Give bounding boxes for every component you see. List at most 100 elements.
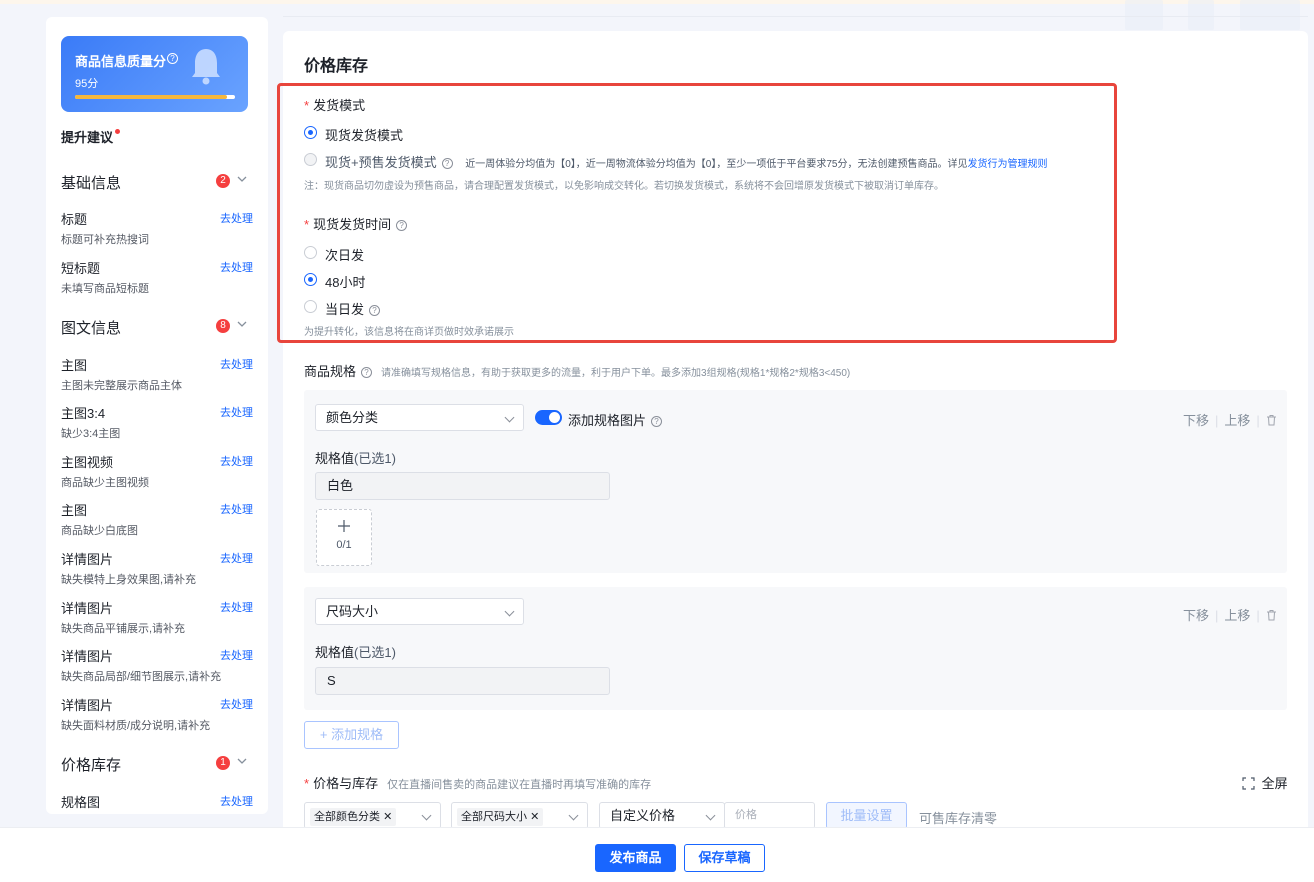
fix-link[interactable]: 去处理 bbox=[220, 550, 253, 566]
section-price-stock[interactable]: 价格库存 1 bbox=[61, 754, 251, 774]
fix-link[interactable]: 去处理 bbox=[220, 404, 253, 420]
issue-name: 详情图片 bbox=[61, 552, 114, 567]
issue-name: 主图3:4 bbox=[61, 406, 106, 421]
page-title: 价格库存 bbox=[304, 58, 369, 75]
score-progress-bar bbox=[75, 95, 235, 99]
publish-button[interactable]: 发布商品 bbox=[595, 844, 676, 872]
chevron-down-icon bbox=[504, 412, 515, 423]
move-up-button[interactable]: 上移 bbox=[1224, 413, 1250, 428]
close-icon[interactable]: ✕ bbox=[530, 811, 539, 823]
chevron-down-icon bbox=[237, 758, 247, 764]
spec-image-upload[interactable]: 0/1 bbox=[316, 509, 372, 566]
spec-header: 商品规格? 请准确填写规格信息，有助于获取更多的流量，利于用户下单。最多添加3组规… bbox=[304, 361, 850, 380]
issue-item: 主图 去处理 商品缺少白底图 bbox=[61, 500, 253, 540]
add-spec-button[interactable]: + 添加规格 bbox=[304, 721, 399, 749]
issue-item: 主图 去处理主图未完整展示商品主体 bbox=[61, 355, 253, 395]
spec-values-label-2: 规格值(已选1) bbox=[315, 642, 396, 661]
issue-count-badge: 2 bbox=[216, 174, 230, 188]
issue-item: 详情图片 去处理 缺失商品平铺展示,请补充 bbox=[61, 598, 253, 638]
issue-item: 规格图 去处理 bbox=[61, 792, 253, 814]
price-type-select[interactable]: 自定义价格 bbox=[599, 802, 725, 829]
filter-tag-text: 全部颜色分类 bbox=[314, 811, 380, 823]
issue-desc: 主图未完整展示商品主体 bbox=[61, 380, 182, 392]
fullscreen-button[interactable]: 全屏 bbox=[1242, 773, 1288, 792]
issue-count-badge: 1 bbox=[216, 756, 230, 770]
issue-desc: 标题可补充热搜词 bbox=[61, 234, 149, 246]
price-input[interactable]: 价格 bbox=[724, 802, 815, 829]
issue-name: 标题 bbox=[61, 212, 88, 227]
fix-link[interactable]: 去处理 bbox=[220, 647, 253, 663]
chevron-down-icon bbox=[421, 810, 432, 821]
issue-item: 短标题 去处理 未填写商品短标题 bbox=[61, 258, 253, 298]
help-icon[interactable]: ? bbox=[361, 367, 373, 379]
spec-value-input-1[interactable]: 白色 bbox=[315, 472, 610, 500]
filter-tag: 全部尺码大小 ✕ bbox=[457, 808, 544, 826]
spec-value-text: S bbox=[327, 673, 336, 688]
issue-name: 主图视频 bbox=[61, 455, 114, 470]
issue-desc: 缺失面料材质/成分说明,请补充 bbox=[61, 720, 211, 732]
filter-tag-text: 全部尺码大小 bbox=[461, 811, 527, 823]
spec-type-select-1[interactable]: 颜色分类 bbox=[315, 404, 524, 431]
bottom-action-bar: 发布商品 保存草稿 bbox=[0, 827, 1314, 882]
select-value: 尺码大小 bbox=[326, 604, 379, 619]
bell-icon bbox=[192, 49, 220, 85]
fix-link[interactable]: 去处理 bbox=[220, 793, 253, 809]
section-basic-info[interactable]: 基础信息 2 bbox=[61, 172, 251, 192]
select-value: 自定义价格 bbox=[610, 808, 676, 823]
issue-name: 主图 bbox=[61, 358, 88, 373]
close-icon[interactable]: ✕ bbox=[383, 811, 392, 823]
divider bbox=[283, 16, 1308, 17]
fix-link[interactable]: 去处理 bbox=[220, 599, 253, 615]
spec-value-input-2[interactable]: S bbox=[315, 667, 610, 695]
spec-ops-2: 下移 | 上移 | bbox=[1183, 605, 1277, 624]
values-label: 规格值 bbox=[315, 451, 355, 466]
issue-item: 主图视频 去处理 商品缺少主图视频 bbox=[61, 452, 253, 492]
spec-type-select-2[interactable]: 尺码大小 bbox=[315, 598, 524, 625]
save-draft-button[interactable]: 保存草稿 bbox=[684, 844, 765, 872]
fix-link[interactable]: 去处理 bbox=[220, 356, 253, 372]
color-filter-select[interactable]: 全部颜色分类 ✕ bbox=[304, 802, 441, 829]
fix-link[interactable]: 去处理 bbox=[220, 210, 253, 226]
move-up-button[interactable]: 上移 bbox=[1224, 608, 1250, 623]
trash-icon[interactable] bbox=[1266, 609, 1277, 621]
trash-icon[interactable] bbox=[1266, 414, 1277, 426]
issue-desc: 缺失商品局部/细节图展示,请补充 bbox=[61, 671, 222, 683]
help-icon[interactable]: ? bbox=[651, 416, 663, 428]
help-icon[interactable]: ? bbox=[167, 53, 178, 64]
fix-link[interactable]: 去处理 bbox=[220, 453, 253, 469]
clear-stock-button[interactable]: 可售库存清零 bbox=[919, 808, 997, 827]
size-filter-select[interactable]: 全部尺码大小 ✕ bbox=[451, 802, 588, 829]
batch-label: 批量设置 bbox=[840, 808, 893, 823]
chevron-down-icon bbox=[705, 810, 716, 821]
notice-dot bbox=[115, 129, 121, 134]
upload-count: 0/1 bbox=[336, 539, 352, 551]
fullscreen-label: 全屏 bbox=[1261, 776, 1288, 791]
spec-hint: 请准确填写规格信息，有助于获取更多的流量，利于用户下单。最多添加3组规格(规格1… bbox=[381, 368, 851, 379]
issue-desc: 未填写商品短标题 bbox=[61, 283, 149, 295]
issue-name: 规格图 bbox=[61, 795, 101, 810]
issue-name: 详情图片 bbox=[61, 649, 114, 664]
fix-link[interactable]: 去处理 bbox=[220, 696, 253, 712]
highlight-box bbox=[277, 83, 1117, 343]
quality-sidebar: 商品信息质量分 ? 95分 提升建议 基础信息 2 标题 去处理 标题可补充热搜词 … bbox=[46, 17, 268, 814]
values-count: (已选1) bbox=[354, 451, 396, 466]
chevron-down-icon bbox=[568, 810, 579, 821]
fix-link[interactable]: 去处理 bbox=[220, 501, 253, 517]
score-value: 95分 bbox=[75, 78, 99, 90]
batch-set-button[interactable]: 批量设置 bbox=[826, 802, 907, 829]
price-hint: 仅在直播间售卖的商品建议在直播时再填写准确的库存 bbox=[387, 779, 652, 791]
fix-link[interactable]: 去处理 bbox=[220, 259, 253, 275]
header-decoration bbox=[1125, 0, 1163, 30]
move-down-button[interactable]: 下移 bbox=[1183, 413, 1209, 428]
header-decoration bbox=[1188, 0, 1214, 30]
values-label: 规格值 bbox=[315, 645, 355, 660]
section-title: 价格库存 bbox=[61, 757, 122, 774]
filter-tag: 全部颜色分类 ✕ bbox=[310, 808, 397, 826]
spec-value-text: 白色 bbox=[327, 478, 354, 493]
issue-name: 主图 bbox=[61, 503, 88, 518]
values-count: (已选1) bbox=[354, 645, 396, 660]
add-image-toggle[interactable] bbox=[535, 410, 562, 425]
price-placeholder: 价格 bbox=[735, 809, 757, 821]
move-down-button[interactable]: 下移 bbox=[1183, 608, 1209, 623]
section-image-info[interactable]: 图文信息 8 bbox=[61, 317, 251, 337]
